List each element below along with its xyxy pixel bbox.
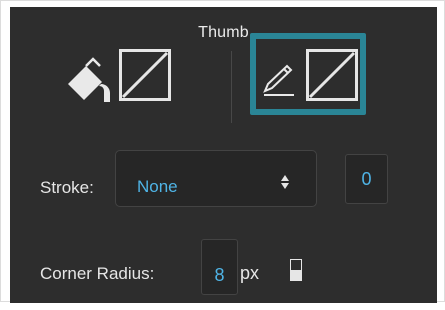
stroke-style-value: None	[137, 177, 178, 196]
stroke-width-field[interactable]: 0	[345, 154, 388, 204]
pencil-icon[interactable]	[258, 63, 296, 99]
updown-arrows-icon	[281, 175, 289, 189]
corner-radius-label: Corner Radius:	[40, 264, 155, 283]
panel-title: Thumb	[198, 24, 249, 41]
fill-stroke-divider	[231, 51, 232, 123]
stroke-no-color-swatch-icon[interactable]	[306, 49, 358, 101]
thumb-properties-panel: Thumb Stroke: None 0 Corner Radius: 8 px	[10, 7, 437, 303]
stroke-label: Stroke:	[40, 178, 94, 197]
corner-radius-unit: px	[240, 263, 260, 283]
stroke-style-dropdown[interactable]: None	[115, 150, 317, 207]
fill-no-color-swatch-icon[interactable]	[119, 49, 171, 101]
stepper-icon[interactable]	[290, 259, 302, 281]
screenshot-frame: Thumb Stroke: None 0 Corner Radius: 8 px	[0, 0, 445, 303]
corner-radius-field[interactable]: 8	[201, 239, 238, 295]
paint-bucket-icon[interactable]	[66, 57, 120, 107]
